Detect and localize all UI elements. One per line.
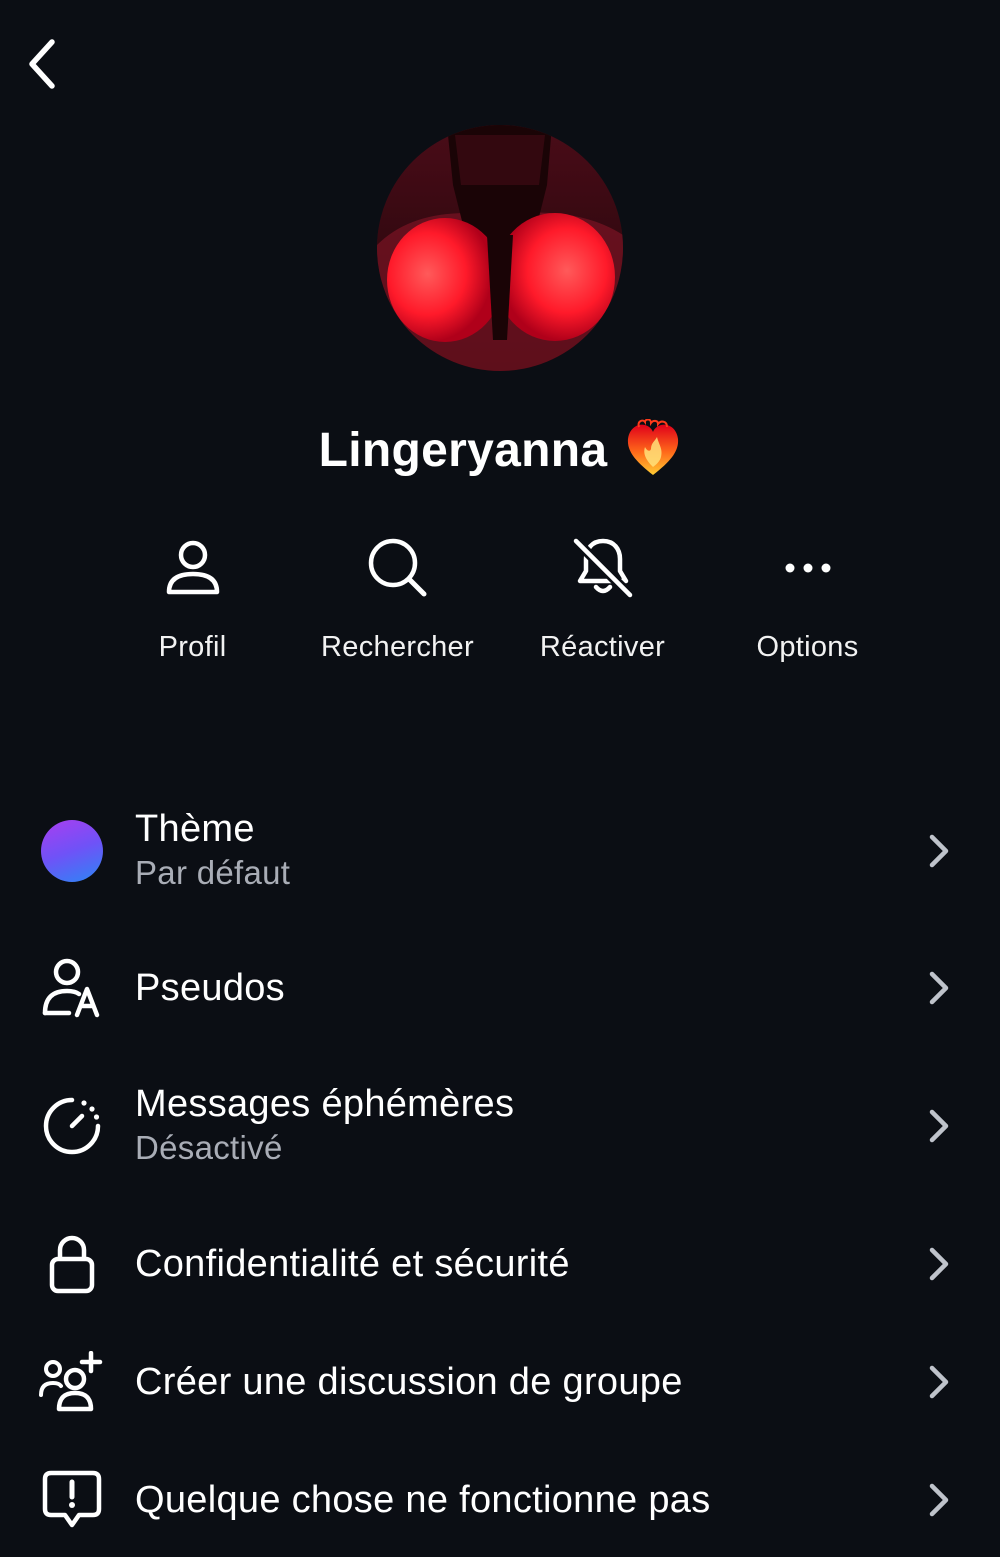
theme-row[interactable]: Thème Par défaut [0,796,1000,906]
privacy-security-row[interactable]: Confidentialité et sécurité [0,1209,1000,1319]
theme-subtitle: Par défaut [135,854,291,891]
vanishing-messages-row[interactable]: Messages éphémères Désactivé [0,1071,1000,1181]
nicknames-title: Pseudos [135,967,285,1009]
options-action-button[interactable]: Options [705,530,910,690]
create-group-title: Créer une discussion de groupe [135,1361,683,1403]
privacy-security-title: Confidentialité et sécurité [135,1243,570,1285]
person-icon [166,540,219,595]
unmute-action-label: Réactiver [539,631,666,663]
vanishing-messages-subtitle: Désactivé [135,1129,283,1166]
options-action-label: Options [756,631,859,663]
profile-action-button[interactable]: Profil [90,530,295,690]
profile-name-row: Lingeryanna [0,415,1000,485]
chevron-right-icon [929,1365,949,1399]
vanishing-messages-title: Messages éphémères [135,1083,515,1125]
report-problem-title: Quelque chose ne fonctionne pas [135,1479,711,1521]
conversation-details-screen: Lingeryanna Profil Rechercher Réactiver … [0,0,1000,1557]
chevron-right-icon [929,1483,949,1517]
profile-avatar[interactable] [377,125,623,371]
timer-icon [43,1097,101,1155]
create-group-row[interactable]: Créer une discussion de groupe [0,1327,1000,1437]
theme-color-dot [41,820,103,882]
person-letter-a-icon [42,958,100,1018]
add-group-icon [39,1351,103,1412]
report-message-icon [42,1470,102,1528]
search-action-label: Rechercher [321,631,474,663]
search-icon [368,538,426,597]
profile-name: Lingeryanna [318,423,608,477]
profile-action-label: Profil [158,631,227,663]
more-horizontal-icon [785,563,830,573]
avatar-image [377,125,623,371]
chevron-left-icon [29,39,55,89]
lock-icon [49,1235,95,1294]
search-action-button[interactable]: Rechercher [295,530,500,690]
chevron-right-icon [929,971,949,1005]
quick-actions: Profil Rechercher Réactiver Options [90,530,910,690]
chevron-right-icon [929,1247,949,1281]
chevron-right-icon [929,1109,949,1143]
unmute-action-button[interactable]: Réactiver [500,530,705,690]
back-button[interactable] [14,32,70,96]
chevron-right-icon [929,834,949,868]
bell-off-icon [571,537,634,599]
report-problem-row[interactable]: Quelque chose ne fonctionne pas [0,1445,1000,1555]
nicknames-row[interactable]: Pseudos [0,933,1000,1043]
heart-on-fire-emoji [625,418,681,482]
theme-title: Thème [135,808,255,850]
